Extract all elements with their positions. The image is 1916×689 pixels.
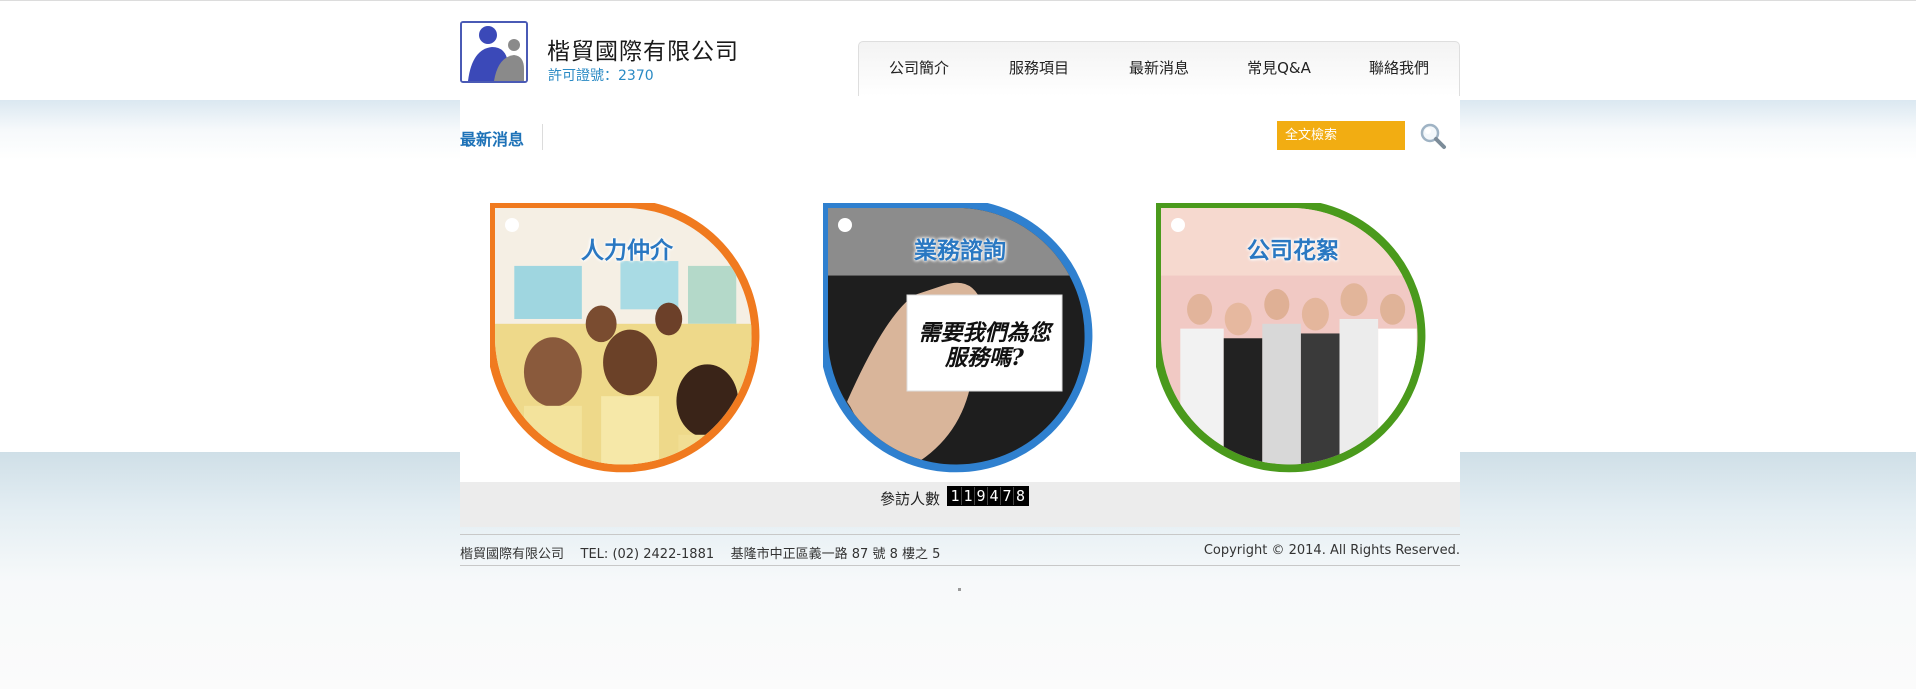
nav-item-news[interactable]: 最新消息 bbox=[1099, 42, 1219, 96]
license-number: 許可證號：2370 bbox=[548, 68, 654, 84]
counter-digit: 4 bbox=[988, 487, 1001, 505]
counter-digit: 1 bbox=[962, 487, 975, 505]
tile-manpower[interactable]: 人力仲介 bbox=[490, 203, 764, 476]
footer-divider bbox=[460, 534, 1460, 535]
main-nav: 公司簡介 服務項目 最新消息 常見Q&A 聯絡我們 bbox=[858, 41, 1460, 96]
nav-item-contact[interactable]: 聯絡我們 bbox=[1339, 42, 1459, 96]
counter-digit: 8 bbox=[1015, 487, 1026, 505]
page-container: 楷貿國際有限公司 許可證號：2370 公司簡介 服務項目 最新消息 常見Q&A … bbox=[460, 0, 1460, 689]
card-text-line1: 需要我們為您 bbox=[918, 320, 1051, 346]
company-name: 楷貿國際有限公司 bbox=[547, 39, 739, 65]
divider bbox=[542, 124, 543, 150]
tile-company-gallery[interactable]: 公司花絮 bbox=[1156, 203, 1430, 476]
visitor-counter: 1 1 9 4 7 8 bbox=[947, 486, 1029, 506]
counter-digit: 9 bbox=[975, 487, 988, 505]
tile-consulting[interactable]: 業務諮詢 需要我們為您 服務嗎? bbox=[823, 203, 1097, 476]
search-input[interactable] bbox=[1277, 121, 1405, 150]
news-link[interactable]: 最新消息 bbox=[460, 126, 524, 150]
tile-title: 公司花絮 bbox=[1247, 238, 1339, 264]
search-button[interactable] bbox=[1418, 121, 1448, 151]
footer-copyright: Copyright © 2014. All Rights Reserved. bbox=[1203, 543, 1460, 558]
decorative-dot bbox=[958, 588, 961, 591]
card-text-line2: 服務嗎? bbox=[945, 345, 1024, 371]
nav-item-services[interactable]: 服務項目 bbox=[979, 42, 1099, 96]
logo-people-icon bbox=[462, 23, 526, 81]
company-logo[interactable] bbox=[460, 21, 528, 83]
visitor-count-label: 參訪人數 bbox=[880, 490, 941, 508]
footer-divider bbox=[460, 565, 1460, 566]
tile-title: 人力仲介 bbox=[581, 238, 673, 264]
footer-contact-info: 楷貿國際有限公司 TEL: (02) 2422-1881 基隆市中正區義一路 8… bbox=[460, 547, 941, 562]
counter-digit: 1 bbox=[949, 487, 962, 505]
nav-item-about[interactable]: 公司簡介 bbox=[859, 42, 979, 96]
search-icon bbox=[1420, 123, 1446, 149]
counter-digit: 7 bbox=[1001, 487, 1014, 505]
nav-item-faq[interactable]: 常見Q&A bbox=[1219, 42, 1339, 96]
tile-title: 業務諮詢 bbox=[914, 238, 1006, 264]
